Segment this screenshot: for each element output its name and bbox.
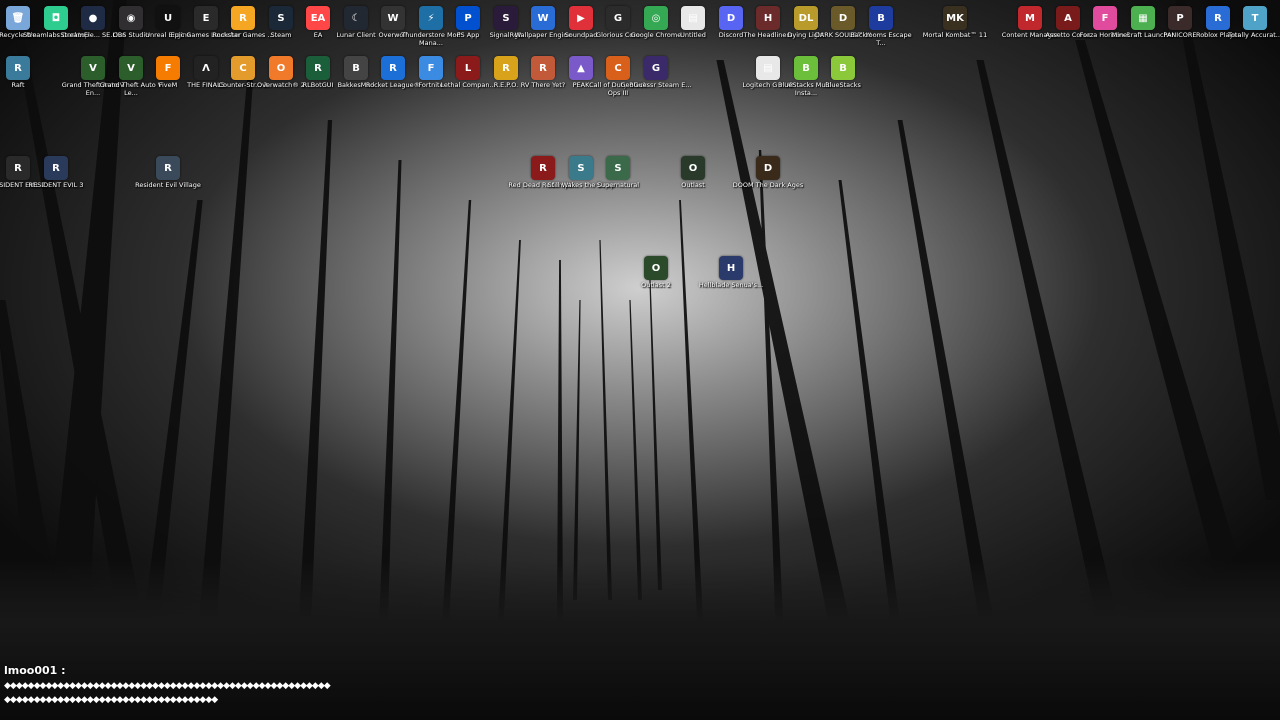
shortcut-label: RESIDENT EVIL 3 bbox=[28, 181, 84, 189]
shortcut-icon: G bbox=[644, 56, 668, 80]
shortcut-label: GeoGuessr Steam E... bbox=[620, 81, 692, 89]
chat-message-line: ◆◆◆◆◆◆◆◆◆◆◆◆◆◆◆◆◆◆◆◆◆◆◆◆◆◆◆◆◆◆◆◆◆◆◆◆◆◆◆◆… bbox=[4, 681, 331, 691]
shortcut-label: Supernatural bbox=[596, 181, 640, 189]
shortcut-icon: D bbox=[756, 156, 780, 180]
desktop-shortcut[interactable]: D DOOM The Dark Ages bbox=[731, 152, 805, 248]
shortcut-icon: R bbox=[156, 156, 180, 180]
shortcut-label: Outlast bbox=[681, 181, 705, 189]
desktop-shortcut[interactable]: R RESIDENT EVIL 3 bbox=[19, 152, 93, 248]
shortcut-icon: MK bbox=[943, 6, 967, 30]
shortcut-icon: S bbox=[606, 156, 630, 180]
shortcut-icon: T bbox=[1243, 6, 1267, 30]
chat-overlay: lmoo001 : ◆◆◆◆◆◆◆◆◆◆◆◆◆◆◆◆◆◆◆◆◆◆◆◆◆◆◆◆◆◆… bbox=[4, 664, 331, 705]
shortcut-icon: R bbox=[44, 156, 68, 180]
desktop-shortcut[interactable]: H Hellblade Senua's... bbox=[694, 252, 768, 348]
shortcut-icon: R bbox=[6, 56, 30, 80]
desktop-shortcut[interactable]: O Outlast 2 bbox=[619, 252, 693, 348]
desktop-shortcut[interactable]: B BlueStacks bbox=[806, 52, 880, 148]
shortcut-label: Hellblade Senua's... bbox=[698, 281, 764, 289]
desktop-shortcut[interactable]: S Supernatural bbox=[581, 152, 655, 248]
desktop-shortcut[interactable]: G GeoGuessr Steam E... bbox=[619, 52, 693, 148]
shortcut-icon: O bbox=[644, 256, 668, 280]
desktop-shortcut[interactable]: R Raft bbox=[0, 52, 55, 148]
shortcut-label: Outlast 2 bbox=[641, 281, 671, 289]
shortcut-icon: B bbox=[869, 6, 893, 30]
desktop-shortcut[interactable]: O Outlast bbox=[656, 152, 730, 248]
shortcut-icon: H bbox=[719, 256, 743, 280]
shortcut-icon: O bbox=[681, 156, 705, 180]
desktop-shortcut[interactable]: R Resident Evil Village bbox=[131, 152, 205, 248]
desktop-shortcut[interactable]: MK Mortal Kombat™ 11 bbox=[918, 2, 992, 98]
shortcut-label: Resident Evil Village bbox=[135, 181, 201, 189]
shortcut-label: Raft bbox=[11, 81, 25, 89]
shortcut-icon: B bbox=[831, 56, 855, 80]
shortcut-label: Totally Accurat... bbox=[1228, 31, 1280, 39]
chat-username: lmoo001 : bbox=[4, 664, 66, 677]
chat-message-line: ◆◆◆◆◆◆◆◆◆◆◆◆◆◆◆◆◆◆◆◆◆◆◆◆◆◆◆◆◆◆◆◆◆◆◆◆ bbox=[4, 695, 218, 705]
shortcut-label: BlueStacks bbox=[825, 81, 861, 89]
desktop-shortcut[interactable]: T Totally Accurat... bbox=[1218, 2, 1280, 98]
shortcut-label: DOOM The Dark Ages bbox=[732, 181, 804, 189]
shortcut-label: Mortal Kombat™ 11 bbox=[922, 31, 988, 39]
shortcut-label: Backrooms Escape T... bbox=[850, 31, 912, 47]
